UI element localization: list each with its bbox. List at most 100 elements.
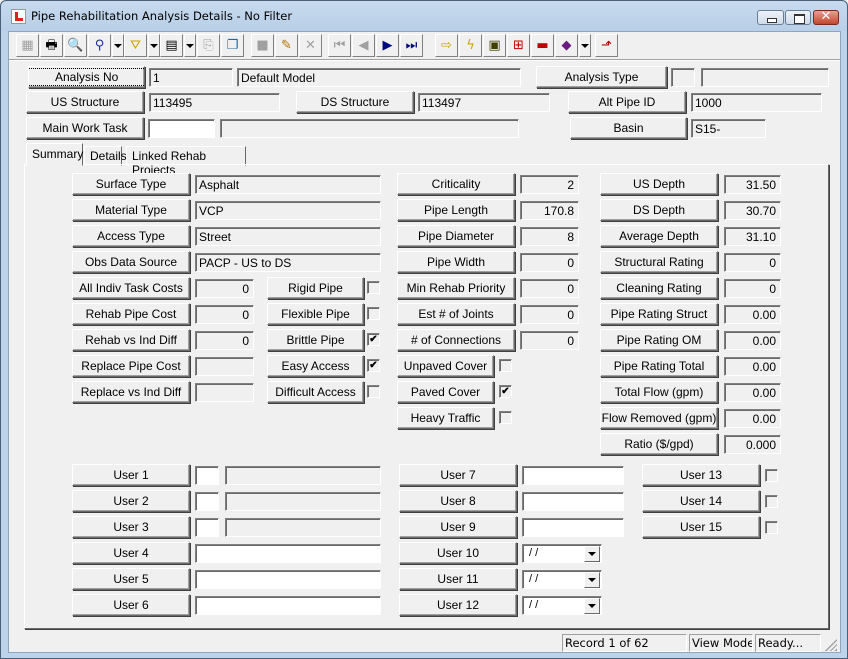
tab-linked-rehab-projects[interactable]: Linked Rehab Projects [126, 146, 246, 177]
save-button[interactable]: ■ [251, 34, 274, 57]
field-access-type[interactable]: Street [195, 227, 381, 246]
btn-user-1[interactable]: User 1 [72, 464, 190, 486]
alt-pipe-id-button[interactable]: Alt Pipe ID [568, 91, 686, 113]
field-material-type[interactable]: VCP [195, 201, 381, 220]
export-button[interactable]: ⎘ [197, 34, 220, 57]
field-user-3-code[interactable] [195, 518, 219, 537]
field-user-7[interactable] [522, 466, 624, 485]
btn-rigid-pipe[interactable]: Rigid Pipe [267, 277, 364, 299]
copy-button[interactable]: ❐ [221, 34, 244, 57]
btn-user-3[interactable]: User 3 [72, 516, 190, 538]
btn-replace-pipe-cost[interactable]: Replace Pipe Cost [72, 355, 190, 377]
title-bar[interactable]: Pipe Rehabilitation Analysis Details - N… [1, 1, 847, 31]
btn-paved-cover[interactable]: Paved Cover [397, 381, 494, 403]
next-record-button[interactable]: ▶ [376, 34, 399, 57]
btn-obs-data-source[interactable]: Obs Data Source [72, 251, 190, 273]
previous-record-button[interactable]: ◀ [352, 34, 375, 57]
ds-structure-button[interactable]: DS Structure [296, 91, 414, 113]
btn-all-indiv-task-costs[interactable]: All Indiv Task Costs [72, 277, 190, 299]
btn-criticality[interactable]: Criticality [397, 173, 515, 195]
first-record-button[interactable]: ⏮ [328, 34, 351, 57]
dropdown-arrow-icon[interactable] [584, 546, 600, 562]
ds-structure-field[interactable]: 113497 [418, 93, 550, 112]
field-surface-type[interactable]: Asphalt [195, 175, 381, 194]
btn-user-9[interactable]: User 9 [399, 516, 517, 538]
basin-field[interactable]: S15- [691, 119, 766, 138]
btn-rehab-vs-ind-diff[interactable]: Rehab vs Ind Diff [72, 329, 190, 351]
btn-us-depth[interactable]: US Depth [600, 173, 718, 195]
field-user-6[interactable] [195, 596, 381, 615]
edit-pencil-button[interactable]: ✎ [275, 34, 298, 57]
last-record-button[interactable]: ⏭ [400, 34, 423, 57]
btn-average-depth[interactable]: Average Depth [600, 225, 718, 247]
date-picker-user-11[interactable]: / / [522, 570, 602, 589]
btn-rehab-pipe-cost[interactable]: Rehab Pipe Cost [72, 303, 190, 325]
checkbox-user-14[interactable] [765, 495, 778, 508]
btn-flexible-pipe[interactable]: Flexible Pipe [267, 303, 364, 325]
btn-pipe-diameter[interactable]: Pipe Diameter [397, 225, 515, 247]
tab-summary[interactable]: Summary [26, 143, 83, 166]
btn-pipe-rating-om[interactable]: Pipe Rating OM [600, 329, 718, 351]
btn-user-15[interactable]: User 15 [642, 516, 760, 538]
checkbox-flexible-pipe[interactable] [367, 307, 380, 320]
map-button[interactable]: ▣ [483, 34, 506, 57]
delete-button[interactable]: ✕ [299, 34, 322, 57]
checkbox-paved-cover[interactable]: ✔ [499, 385, 512, 398]
checkbox-user-15[interactable] [765, 521, 778, 534]
btn-structural-rating[interactable]: Structural Rating [600, 251, 718, 273]
lightning-button[interactable]: ϟ [459, 34, 482, 57]
btn-flow-removed-gpm[interactable]: Flow Removed (gpm) [600, 407, 718, 429]
field-user-1-code[interactable] [195, 466, 219, 485]
btn-est-of-joints[interactable]: Est # of Joints [397, 303, 515, 325]
toolbox-button[interactable]: ▬ [531, 34, 554, 57]
exit-button[interactable]: ⬏ [595, 34, 618, 57]
checkbox-brittle-pipe[interactable]: ✔ [367, 333, 380, 346]
maximize-button[interactable] [785, 10, 811, 25]
field-user-9[interactable] [522, 518, 624, 537]
btn-ratio-gpd[interactable]: Ratio ($/gpd) [600, 433, 718, 455]
field-user-2-code[interactable] [195, 492, 219, 511]
network-button[interactable]: ⊞ [507, 34, 530, 57]
field-user-5[interactable] [195, 570, 381, 589]
find-button[interactable]: ⚲ [88, 34, 111, 57]
btn-total-flow-gpm[interactable]: Total Flow (gpm) [600, 381, 718, 403]
btn-material-type[interactable]: Material Type [72, 199, 190, 221]
btn-pipe-rating-total[interactable]: Pipe Rating Total [600, 355, 718, 377]
btn-user-8[interactable]: User 8 [399, 490, 517, 512]
date-picker-user-10[interactable]: / / [522, 544, 602, 563]
btn-difficult-access[interactable]: Difficult Access [267, 381, 364, 403]
btn-user-2[interactable]: User 2 [72, 490, 190, 512]
analysis-no-button[interactable]: Analysis No [28, 66, 145, 88]
btn-pipe-width[interactable]: Pipe Width [397, 251, 515, 273]
filter-button[interactable]: ⛛ [124, 34, 147, 57]
goto-arrow-button[interactable]: ⇨ [435, 34, 458, 57]
btn-surface-type[interactable]: Surface Type [72, 173, 190, 195]
analysis-no-field[interactable]: 1 [149, 68, 233, 87]
checkbox-difficult-access[interactable] [367, 385, 380, 398]
app-icon[interactable] [11, 9, 26, 24]
btn-user-11[interactable]: User 11 [399, 568, 517, 590]
btn-min-rehab-priority[interactable]: Min Rehab Priority [397, 277, 515, 299]
report-button[interactable]: ▤ [160, 34, 183, 57]
dropdown-arrow-icon[interactable] [584, 572, 600, 588]
tab-details[interactable]: Details [84, 146, 127, 166]
alt-pipe-id-field[interactable]: 1000 [691, 93, 822, 112]
btn-heavy-traffic[interactable]: Heavy Traffic [397, 407, 494, 429]
btn-ds-depth[interactable]: DS Depth [600, 199, 718, 221]
btn-user-7[interactable]: User 7 [399, 464, 517, 486]
report-dropdown-arrow[interactable] [184, 34, 196, 57]
print-preview-button[interactable]: 🔍 [64, 34, 87, 57]
basin-button[interactable]: Basin [570, 117, 687, 139]
btn-pipe-length[interactable]: Pipe Length [397, 199, 515, 221]
help-book-dropdown-arrow[interactable] [579, 34, 591, 57]
minimize-button[interactable] [757, 10, 784, 25]
btn-unpaved-cover[interactable]: Unpaved Cover [397, 355, 494, 377]
date-picker-user-12[interactable]: / / [522, 596, 602, 615]
btn-user-6[interactable]: User 6 [72, 594, 190, 616]
form-view-button[interactable]: ▦ [16, 34, 39, 57]
checkbox-unpaved-cover[interactable] [499, 359, 512, 372]
btn-access-type[interactable]: Access Type [72, 225, 190, 247]
field-user-4[interactable] [195, 544, 381, 563]
btn-user-14[interactable]: User 14 [642, 490, 760, 512]
us-structure-button[interactable]: US Structure [26, 91, 144, 113]
